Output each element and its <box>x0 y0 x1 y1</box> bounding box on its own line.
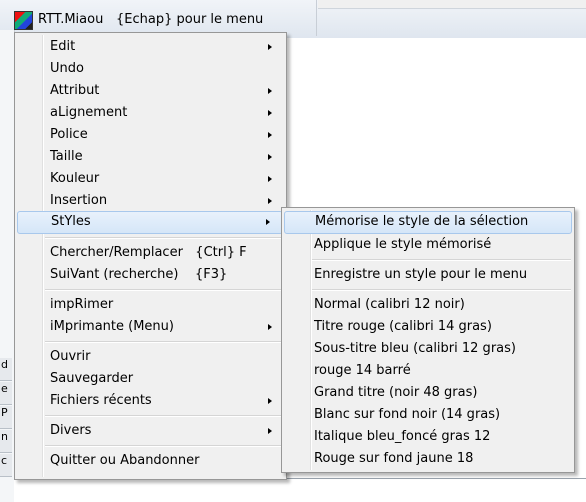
menu-item-label: Taille <box>50 149 83 164</box>
menu-item-styles[interactable]: StYles <box>17 211 283 234</box>
left-strip-fragment: P <box>0 406 12 429</box>
menu-item-label: SuiVant (recherche) {F3} <box>50 267 228 282</box>
submenu-arrow-icon <box>266 219 270 225</box>
menu-separator <box>45 415 283 417</box>
submenu-item-normal[interactable]: Normal (calibri 12 noir) <box>284 294 572 316</box>
submenu-item-italique-bleu[interactable]: Italique bleu_foncé gras 12 <box>284 426 572 448</box>
submenu-item-memorise-style[interactable]: Mémorise le style de la sélection <box>284 211 572 234</box>
submenu-arrow-icon <box>268 132 272 138</box>
menu-item-label: Insertion <box>50 193 108 208</box>
menu-item-label: Fichiers récents <box>50 393 152 408</box>
submenu-item-enregistre-style[interactable]: Enregistre un style pour le menu <box>284 264 572 286</box>
menu-hint: {Echap} pour le menu <box>116 12 264 27</box>
submenu-item-titre-rouge[interactable]: Titre rouge (calibri 14 gras) <box>284 316 572 338</box>
submenu-item-sous-titre-bleu[interactable]: Sous-titre bleu (calibri 12 gras) <box>284 338 572 360</box>
rtt-app-icon[interactable] <box>14 11 33 30</box>
menu-item-label: Enregistre un style pour le menu <box>314 267 528 282</box>
menu-separator <box>45 341 283 343</box>
menu-item-label: Chercher/Remplacer {Ctrl} F <box>50 245 247 260</box>
menu-item-quitter[interactable]: Quitter ou Abandonner <box>17 450 284 472</box>
menu-item-label: Italique bleu_foncé gras 12 <box>314 429 491 444</box>
menu-item-alignement[interactable]: aLignement <box>17 102 284 124</box>
menu-item-label: rouge 14 barré <box>314 363 411 378</box>
background-pane-top <box>318 0 586 9</box>
menu-item-imprimante[interactable]: iMprimante (Menu) <box>17 316 284 338</box>
submenu-item-rouge-sur-jaune[interactable]: Rouge sur fond jaune 18 <box>284 448 572 470</box>
background-pane-divider <box>316 0 317 36</box>
menu-item-label: aLignement <box>50 105 128 120</box>
submenu-item-rouge-barre[interactable]: rouge 14 barré <box>284 360 572 382</box>
menu-item-label: Ouvrir <box>50 349 91 364</box>
menu-item-label: Edit <box>50 39 76 54</box>
app-title: RTT.Miaou <box>38 12 104 27</box>
menu-item-imprimer[interactable]: impRimer <box>17 294 284 316</box>
menu-item-ouvrir[interactable]: Ouvrir <box>17 346 284 368</box>
menu-item-label: Attribut <box>50 83 100 98</box>
menu-item-insertion[interactable]: Insertion <box>17 190 284 212</box>
submenu-arrow-icon <box>268 428 272 434</box>
submenu-arrow-icon <box>268 398 272 404</box>
styles-submenu: Mémorise le style de la sélection Appliq… <box>281 207 575 473</box>
menu-item-label: Blanc sur fond noir (14 gras) <box>314 407 501 422</box>
menu-item-label: Grand titre (noir 48 gras) <box>314 385 478 400</box>
menu-separator <box>312 289 571 291</box>
menu-item-label: Mémorise le style de la sélection <box>315 214 529 229</box>
menu-item-attribut[interactable]: Attribut <box>17 80 284 102</box>
menu-item-label: Normal (calibri 12 noir) <box>314 297 465 312</box>
menu-item-label: Quitter ou Abandonner <box>50 453 200 468</box>
submenu-item-applique-style[interactable]: Applique le style mémorisé <box>284 234 572 256</box>
menu-item-label: impRimer <box>50 297 114 312</box>
menu-item-suivant[interactable]: SuiVant (recherche) {F3} <box>17 264 284 286</box>
menu-item-taille[interactable]: Taille <box>17 146 284 168</box>
menu-separator <box>45 237 283 239</box>
document-area[interactable] <box>14 480 586 502</box>
submenu-arrow-icon <box>268 176 272 182</box>
menu-item-label: Titre rouge (calibri 14 gras) <box>314 319 492 334</box>
menu-item-fichiers-recents[interactable]: Fichiers récents <box>17 390 284 412</box>
submenu-arrow-icon <box>268 154 272 160</box>
menu-item-label: Divers <box>50 423 92 438</box>
menu-item-label: Undo <box>50 61 84 76</box>
left-strip-fragment: d <box>0 358 12 381</box>
menu-item-chercher-remplacer[interactable]: Chercher/Remplacer {Ctrl} F <box>17 242 284 264</box>
menu-item-label: Applique le style mémorisé <box>314 237 492 252</box>
menu-item-kouleur[interactable]: Kouleur <box>17 168 284 190</box>
menu-separator <box>312 259 571 261</box>
menu-item-label: Sous-titre bleu (calibri 12 gras) <box>314 341 516 356</box>
menu-item-undo[interactable]: Undo <box>17 58 284 80</box>
submenu-item-grand-titre[interactable]: Grand titre (noir 48 gras) <box>284 382 572 404</box>
menu-item-police[interactable]: Police <box>17 124 284 146</box>
main-menu: Edit Undo Attribut aLignement Police Tai… <box>14 32 287 480</box>
left-strip-fragment: e <box>0 382 12 405</box>
menu-item-label: StYles <box>51 214 91 229</box>
menu-item-sauvegarder[interactable]: Sauvegarder <box>17 368 284 390</box>
submenu-arrow-icon <box>268 198 272 204</box>
submenu-arrow-icon <box>268 324 272 330</box>
menu-item-label: Kouleur <box>50 171 100 186</box>
menu-item-divers[interactable]: Divers <box>17 420 284 442</box>
menu-item-label: Police <box>50 127 88 142</box>
menu-item-label: Sauvegarder <box>50 371 134 386</box>
menu-item-label: Rouge sur fond jaune 18 <box>314 451 474 466</box>
submenu-arrow-icon <box>268 88 272 94</box>
submenu-item-blanc-sur-noir[interactable]: Blanc sur fond noir (14 gras) <box>284 404 572 426</box>
menu-separator <box>45 289 283 291</box>
menu-item-label: iMprimante (Menu) <box>50 319 174 334</box>
menu-separator <box>45 445 283 447</box>
menu-item-edit[interactable]: Edit <box>17 36 284 58</box>
submenu-arrow-icon <box>268 44 272 50</box>
left-strip-fragment: c <box>0 454 12 477</box>
submenu-arrow-icon <box>268 110 272 116</box>
left-strip-fragment: n <box>0 430 12 453</box>
